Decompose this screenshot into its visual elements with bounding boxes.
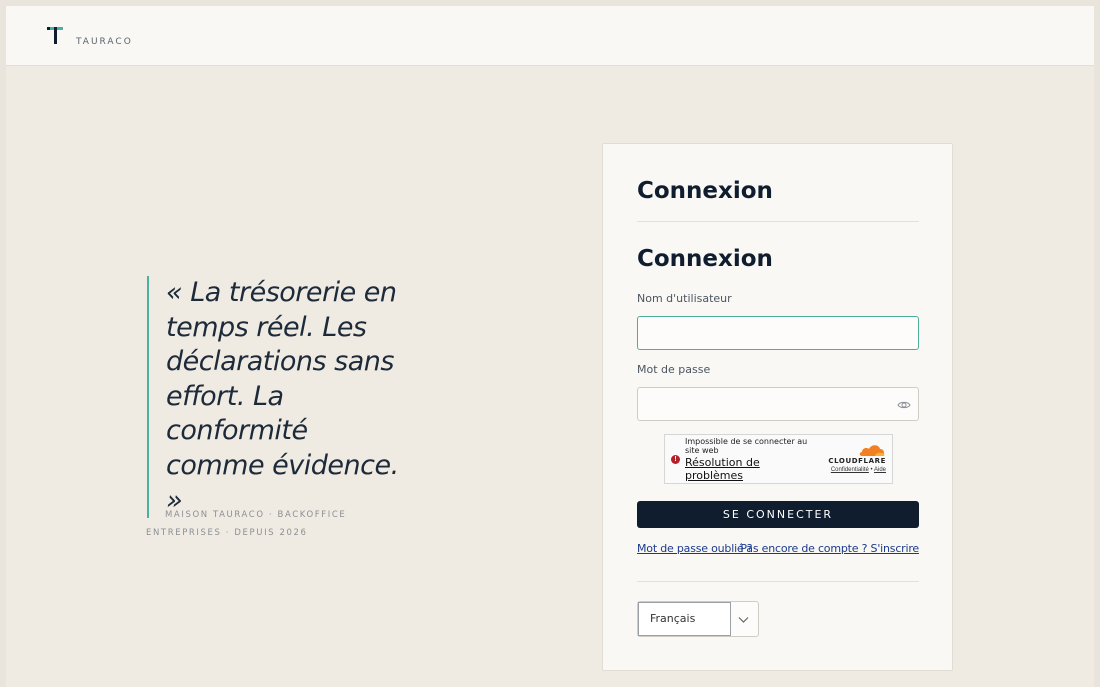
tagline: MAISON TAURACO · BACKOFFICE ENTREPRISES … <box>146 510 347 538</box>
forgot-password-link[interactable]: Mot de passe oublié ? <box>637 542 753 555</box>
brand-name: TAURACO <box>76 37 133 47</box>
captcha-message: Impossible de se connecter au site web <box>685 437 808 455</box>
password-input[interactable] <box>637 387 919 421</box>
top-header: TAURACO <box>6 6 1094 66</box>
cloud-icon <box>859 445 885 456</box>
tauraco-logo-icon <box>47 27 63 44</box>
privacy-link[interactable]: Confidentialité <box>831 467 869 473</box>
language-value: Français <box>638 602 731 636</box>
cloudflare-captcha: ! Impossible de se connecter au site web… <box>664 434 893 484</box>
signup-link[interactable]: Pas encore de compte ? S'inscrire <box>740 542 919 555</box>
card-title: Connexion <box>637 178 773 204</box>
chevron-down-icon <box>738 617 749 623</box>
quote-text: « La trésorerie en temps réel. Les décla… <box>166 277 399 516</box>
quote-block: « La trésorerie en temps réel. Les décla… <box>147 276 407 519</box>
help-link[interactable]: Aide <box>874 467 886 473</box>
form-title: Connexion <box>637 246 773 272</box>
cloudflare-logo: CLOUDFLARE Confidentialité • Aide <box>826 443 886 473</box>
username-input[interactable] <box>637 316 919 350</box>
login-button[interactable]: SE CONNECTER <box>637 501 919 528</box>
language-select[interactable]: Français <box>637 601 759 637</box>
error-icon: ! <box>671 455 680 464</box>
divider <box>637 581 919 582</box>
login-card: Connexion Connexion Nom d'utilisateur Mo… <box>602 143 953 671</box>
password-label: Mot de passe <box>637 363 711 376</box>
username-label: Nom d'utilisateur <box>637 292 732 305</box>
cloudflare-wordmark: CLOUDFLARE <box>828 457 886 465</box>
divider <box>637 221 919 222</box>
cloudflare-links: Confidentialité • Aide <box>826 467 886 473</box>
page-frame: TAURACO « La trésorerie en temps réel. L… <box>6 6 1094 687</box>
eye-icon[interactable] <box>897 398 911 412</box>
separator: • <box>870 467 873 473</box>
troubleshoot-link[interactable]: Résolution de problèmes <box>685 456 795 482</box>
